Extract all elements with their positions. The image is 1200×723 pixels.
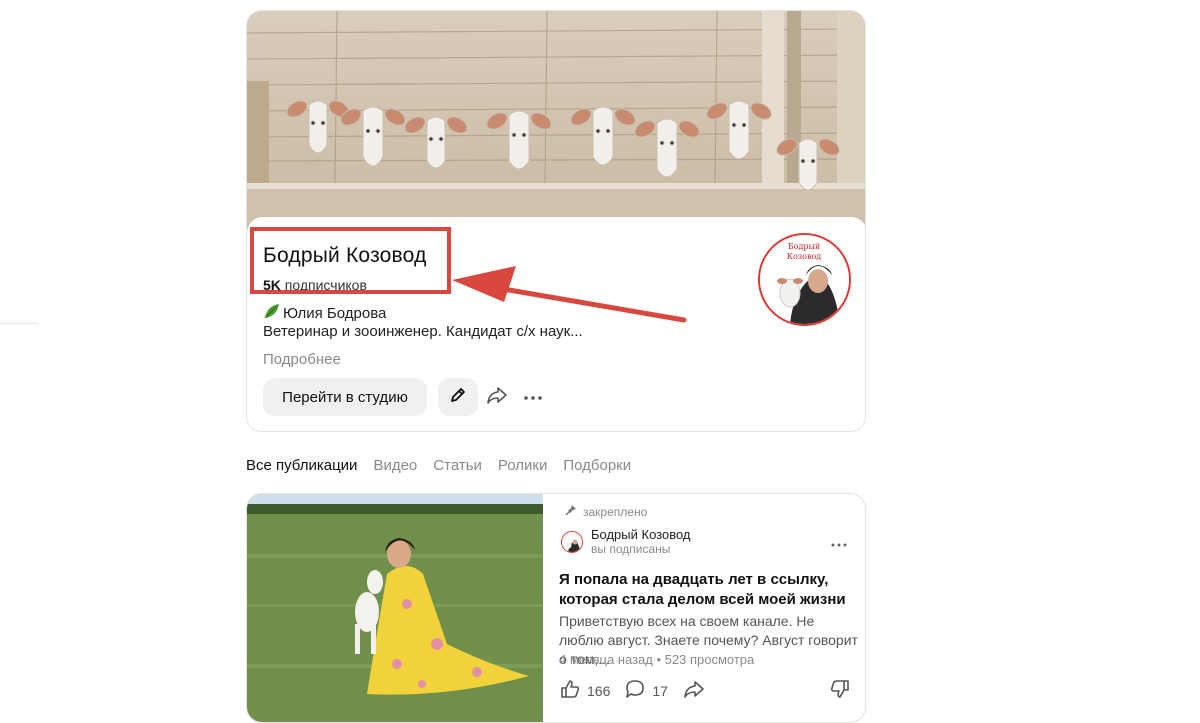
post-title[interactable]: Я попала на двадцать лет в ссылку, котор…	[559, 570, 859, 610]
post-author-avatar[interactable]	[561, 531, 583, 553]
channel-card: Бодрый Козовод 5K подписчиков Юлия Бодро…	[246, 10, 866, 432]
dislike-button[interactable]	[829, 678, 851, 705]
leaf-icon	[263, 302, 281, 324]
author-name: Юлия Бодрова	[283, 304, 387, 322]
channel-avatar[interactable]: Бодрый Козовод	[758, 233, 851, 326]
svg-text:Бодрый: Бодрый	[788, 242, 820, 251]
comment-button[interactable]: 17	[624, 678, 668, 703]
tab-articles[interactable]: Статьи	[433, 457, 482, 474]
thumbs-down-icon	[829, 680, 851, 704]
post-author-status: вы подписаны	[591, 542, 671, 556]
edit-button[interactable]	[438, 378, 478, 416]
pinned-post-card[interactable]: закреплено Бодрый Козовод вы подписаны Я…	[246, 493, 866, 723]
post-stats: 166 17	[559, 678, 720, 703]
channel-actions: Перейти в студию	[263, 378, 550, 416]
annotation-highlight-box	[250, 227, 451, 294]
post-author[interactable]: Бодрый Козовод вы подписаны	[561, 528, 691, 556]
tab-video[interactable]: Видео	[373, 457, 417, 474]
more-dots-icon	[523, 388, 543, 406]
post-share-button[interactable]	[682, 679, 706, 702]
post-author-text: Бодрый Козовод вы подписаны	[591, 528, 691, 557]
tab-shorts[interactable]: Ролики	[498, 457, 547, 474]
post-author-name[interactable]: Бодрый Козовод	[591, 528, 691, 542]
like-button[interactable]: 166	[559, 678, 610, 703]
pin-icon	[565, 504, 577, 519]
like-count: 166	[587, 682, 611, 699]
pencil-icon	[448, 385, 468, 410]
share-button[interactable]	[480, 378, 514, 416]
channel-author: Юлия Бодрова	[263, 302, 386, 324]
share-arrow-icon	[486, 385, 508, 410]
post-body: закреплено Бодрый Козовод вы подписаны Я…	[553, 494, 865, 722]
post-more-options-button[interactable]	[831, 534, 847, 552]
tab-all-publications[interactable]: Все публикации	[246, 457, 357, 474]
comment-icon	[624, 678, 646, 703]
pinned-label: закреплено	[565, 504, 647, 519]
tab-collections[interactable]: Подборки	[563, 457, 631, 474]
left-divider	[0, 323, 38, 324]
channel-cover-image	[247, 11, 865, 236]
more-dots-icon	[831, 534, 847, 551]
more-options-button[interactable]	[516, 378, 550, 416]
post-meta: 4 месяца назад • 523 просмотра	[559, 652, 755, 667]
annotation-arrow	[452, 266, 687, 323]
post-cover-image[interactable]	[247, 494, 543, 722]
thumbs-up-icon	[559, 678, 581, 703]
more-link[interactable]: Подробнее	[263, 351, 341, 368]
go-to-studio-button[interactable]: Перейти в студию	[263, 378, 427, 416]
svg-text:Козовод: Козовод	[787, 252, 822, 261]
publication-tabs: Все публикации Видео Статьи Ролики Подбо…	[246, 457, 631, 474]
comment-count: 17	[652, 682, 668, 699]
share-arrow-icon	[682, 679, 706, 702]
pinned-text: закреплено	[583, 504, 648, 519]
